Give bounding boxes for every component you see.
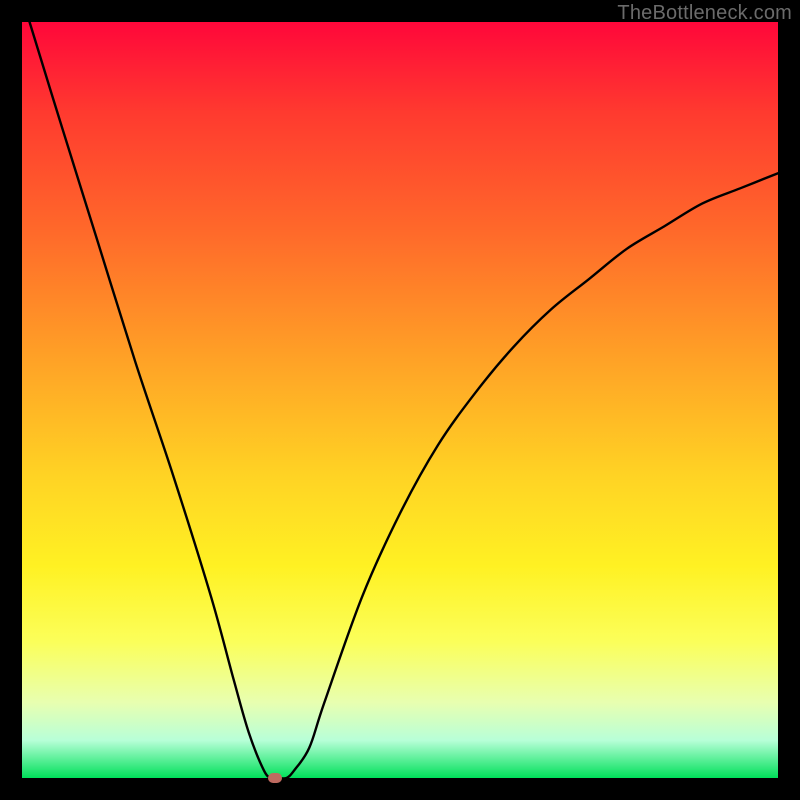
watermark-text: TheBottleneck.com [617, 2, 792, 25]
chart-frame: TheBottleneck.com [0, 0, 800, 800]
optimum-marker [268, 773, 282, 783]
plot-area [22, 22, 778, 778]
bottleneck-curve [22, 22, 778, 778]
